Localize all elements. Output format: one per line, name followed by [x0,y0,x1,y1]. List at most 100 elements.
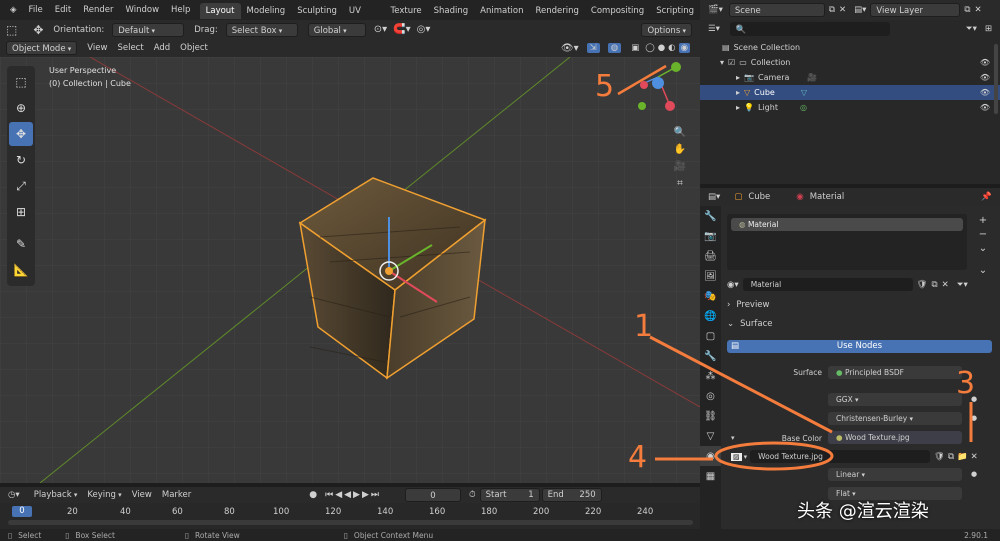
image-duplicate-icon[interactable]: ⧉ [948,452,954,462]
constraints-tab-icon[interactable]: ⛓ [700,406,721,426]
material-name-field[interactable]: Material [742,278,913,291]
tab-sculpting[interactable]: Sculpting [291,3,343,19]
material-browse-icon[interactable]: ◉▾ [727,280,739,290]
expand-arrow-icon[interactable]: ▸ [736,73,740,82]
image-name-field[interactable]: Wood Texture.jpg [750,450,931,463]
socket-dot-icon[interactable]: ● [971,470,977,478]
blender-logo-icon[interactable]: ◈ [4,0,23,20]
timeline-scrollbar[interactable] [8,520,693,525]
material-shading-icon[interactable]: ◐ [668,43,675,53]
distribution-dropdown[interactable]: GGX [828,393,962,406]
open-image-folder-icon[interactable]: 📁 [957,452,968,462]
outliner-scrollbar[interactable] [994,44,998,114]
preview-panel-header[interactable]: › Preview [727,300,770,310]
transform-icon[interactable]: ⊞ [9,200,33,224]
frame-indicator[interactable]: 0 [12,506,32,517]
pivot-icon[interactable]: ⊙▾ [374,24,387,35]
tab-scripting[interactable]: Scripting [650,3,700,19]
tool-tab-icon[interactable]: 🔧 [700,206,721,226]
menu-select[interactable]: Select [117,43,143,53]
expand-arrow-icon[interactable]: ▸ [736,88,740,97]
socket-dot-icon[interactable]: ● [971,414,977,422]
camera-view-icon[interactable]: 🎥 [674,161,686,172]
subsurface-method-dropdown[interactable]: Christensen-Burley [828,412,962,425]
output-tab-icon[interactable]: 🖨 [700,246,721,266]
view-layer-selector[interactable]: View Layer [870,3,961,17]
tab-rendering[interactable]: Rendering [530,3,585,19]
outliner-search-input[interactable]: 🔍 [729,22,890,36]
overlay-toggle-icon[interactable]: ◍ [607,43,622,53]
filter-icon[interactable]: ⏷▾ [966,24,977,34]
world-tab-icon[interactable]: 🌐 [700,306,721,326]
outliner-item-collection[interactable]: ▾ ☑ ▭ Collection 👁 [700,55,1000,70]
start-frame-field[interactable]: Start 1 [479,488,540,502]
drag-dropdown[interactable]: Select Box [225,22,298,37]
annotate-icon[interactable]: ✎ [9,232,33,256]
current-frame-field[interactable]: 0 [405,488,461,502]
solid-shading-icon[interactable]: ● [658,43,665,53]
playback-menu[interactable]: Playback [34,490,78,500]
menu-object[interactable]: Object [180,43,208,53]
snap-icon[interactable]: 🧲▾ [393,24,410,35]
checkbox-icon[interactable]: ☑ [728,58,735,67]
base-color-field[interactable]: ● Wood Texture.jpg [828,431,962,444]
select-tool-icon[interactable]: ⬚ [6,23,17,37]
expand-arrow-icon[interactable]: ▾ [720,58,724,67]
slot-menu-icon[interactable]: ⌄ [973,242,993,256]
surface-shader-field[interactable]: ● Principled BSDF [828,366,962,379]
scene-icon[interactable]: 🎬▾ [708,5,723,15]
add-slot-icon[interactable]: + [973,214,993,228]
playback-controls-icon[interactable]: ⏮◀◀▶▶⏭ [325,490,381,500]
scene-tab-icon[interactable]: 🎭 [700,286,721,306]
timeline-editor-icon[interactable]: ◷▾ [8,490,20,500]
move-icon[interactable]: ✥ [9,122,33,146]
record-icon[interactable]: ● [309,490,317,500]
view-layer-close-icon[interactable]: ✕ [974,5,981,15]
grid-ortho-icon[interactable]: ⌗ [677,178,683,189]
outliner-item-cube[interactable]: ▸ ▽ Cube ▽ 👁 [700,85,1000,100]
gizmo-toggle-icon[interactable]: ⇲ [586,43,600,53]
menu-add[interactable]: Add [154,43,170,53]
material-tab-icon[interactable]: ◉ [700,446,721,466]
measure-icon[interactable]: 📐 [9,258,33,282]
eye-icon[interactable]: 👁 [980,103,990,112]
3d-viewport[interactable]: User Perspective (0) Collection | Cube 5… [0,57,700,483]
object-tab-icon[interactable]: ▢ [700,326,721,346]
marker-menu[interactable]: Marker [162,490,191,500]
image-browse-icon[interactable]: ▨ [731,452,742,461]
data-tab-icon[interactable]: ▽ [700,426,721,446]
tab-uv-editing[interactable]: UV Editing [343,3,385,32]
eye-icon[interactable]: 👁 [980,58,990,67]
scene-selector[interactable]: Scene [728,3,825,17]
select-box-icon[interactable]: ⬚ [9,70,33,94]
timeline-frames[interactable]: 0 20 40 60 80 100 120 140 160 180 200 22… [0,503,700,529]
view-layer-icon[interactable]: ▤▾ [854,5,866,15]
zoom-icon[interactable]: 🔍 [674,127,686,138]
material-filter-icon[interactable]: ⏷▾ [957,280,968,290]
pin-icon[interactable]: 📌 [981,192,992,202]
display-mode-icon[interactable]: ☰▾ [708,24,720,34]
scale-icon[interactable]: ⤢ [9,174,33,198]
tab-shading[interactable]: Shading [428,3,475,19]
outliner-item-light[interactable]: ▸ 💡 Light ◎ 👁 [700,100,1000,115]
menu-file[interactable]: File [23,0,49,20]
remove-slot-icon[interactable]: − [973,228,993,242]
stopwatch-icon[interactable]: ⏱ [469,490,476,500]
fake-user-icon[interactable]: 🛡 [917,280,928,290]
menu-window[interactable]: Window [120,0,166,20]
menu-edit[interactable]: Edit [49,0,77,20]
orientation-dropdown[interactable]: Default [112,22,185,37]
visibility-icon[interactable]: 👁▾ [561,43,579,54]
material-slot-list[interactable]: ◍ Material [727,214,967,270]
physics-tab-icon[interactable]: ◎ [700,386,721,406]
view-layer-tab-icon[interactable]: 🖼 [700,266,721,286]
view-layer-copy-icon[interactable]: ⧉ [964,5,970,15]
dropdown-arrow-icon[interactable]: ▾ [744,453,748,461]
options-dropdown[interactable]: Options [641,22,692,37]
scene-copy-icon[interactable]: ⧉ [829,5,835,15]
menu-help[interactable]: Help [165,0,196,20]
render-tab-icon[interactable]: 📷 [700,226,721,246]
xray-icon[interactable]: ▣ [631,43,639,53]
wireframe-shading-icon[interactable]: ◯ [645,43,655,53]
tab-animation[interactable]: Animation [474,3,529,19]
